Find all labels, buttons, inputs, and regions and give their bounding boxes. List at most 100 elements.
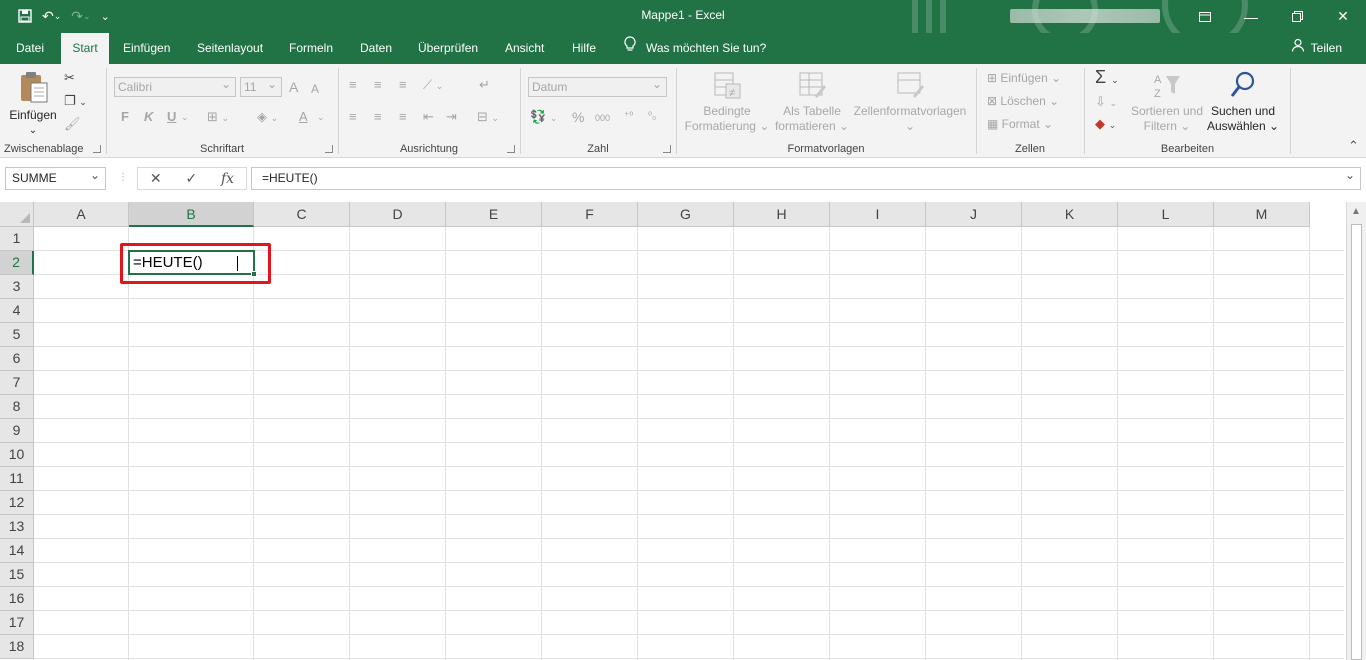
align-top-icon: ≡ — [349, 77, 357, 92]
gridline-vertical — [1021, 227, 1022, 660]
tab-ueberpruefen[interactable]: Überprüfen — [412, 33, 484, 64]
conditional-formatting-label: Bedingte — [703, 104, 751, 118]
copy-icon[interactable]: ❐ ⌄ — [64, 93, 87, 110]
row-header-9[interactable]: 9 — [0, 419, 34, 443]
align-center-icon: ≡ — [374, 109, 382, 124]
group-font: Calibri 11 A A F K U ⌄ ⊞ ⌄ ◈ ⌄ A ⌄ Schri… — [107, 64, 337, 158]
column-header-k[interactable]: K — [1022, 202, 1118, 227]
number-launcher-icon — [663, 145, 671, 153]
row-header-18[interactable]: 18 — [0, 635, 34, 659]
group-label-cells: Zellen — [1015, 143, 1045, 155]
row-header-16[interactable]: 16 — [0, 587, 34, 611]
tell-me-search[interactable]: Was möchten Sie tun? — [624, 33, 766, 64]
sort-filter-label: Sortieren und — [1130, 104, 1204, 118]
paste-button[interactable]: Einfügen ⌄ — [6, 70, 60, 138]
formula-input[interactable]: =HEUTE() — [251, 165, 1361, 190]
tab-start[interactable]: Start — [61, 33, 109, 64]
clear-icon[interactable]: ◆ ⌄ — [1095, 116, 1116, 133]
underline-button: U — [167, 109, 177, 124]
column-header-j[interactable]: J — [926, 202, 1022, 227]
find-select-button[interactable]: Suchen und Auswählen ⌄ — [1205, 70, 1281, 134]
format-as-table-label: Als Tabelle — [783, 104, 841, 118]
row-header-1[interactable]: 1 — [0, 227, 34, 251]
minimize-icon[interactable]: — — [1228, 0, 1274, 33]
column-header-l[interactable]: L — [1118, 202, 1214, 227]
row-header-3[interactable]: 3 — [0, 275, 34, 299]
column-header-c[interactable]: C — [254, 202, 350, 227]
tab-ansicht[interactable]: Ansicht — [499, 33, 550, 64]
tab-hilfe[interactable]: Hilfe — [566, 33, 602, 64]
font-name-combo: Calibri — [114, 75, 236, 97]
row-header-8[interactable]: 8 — [0, 395, 34, 419]
row-header-12[interactable]: 12 — [0, 491, 34, 515]
orientation-icon: ⟋ ⌄ — [423, 77, 444, 92]
shrink-font-icon: A — [311, 82, 320, 96]
gridline-horizontal — [34, 394, 1344, 395]
column-header-h[interactable]: H — [734, 202, 830, 227]
font-size-combo: 11 — [240, 75, 282, 97]
group-cells: ⊞ Einfügen ⌄ ⊠ Löschen ⌄ ▦ Format ⌄ Zell… — [977, 64, 1083, 158]
tab-daten[interactable]: Daten — [354, 33, 398, 64]
row-header-15[interactable]: 15 — [0, 563, 34, 587]
row-header-14[interactable]: 14 — [0, 539, 34, 563]
scrollbar-thumb[interactable] — [1351, 224, 1362, 660]
column-header-i[interactable]: I — [830, 202, 926, 227]
ribbon-display-options-icon[interactable] — [1182, 0, 1228, 33]
gridline-vertical — [541, 227, 542, 660]
column-header-m[interactable]: M — [1214, 202, 1310, 227]
clipboard-launcher-icon[interactable] — [93, 145, 101, 153]
tab-einfuegen[interactable]: Einfügen — [117, 33, 176, 64]
column-header-e[interactable]: E — [446, 202, 542, 227]
column-header-g[interactable]: G — [638, 202, 734, 227]
column-header-f[interactable]: F — [542, 202, 638, 227]
row-header-4[interactable]: 4 — [0, 299, 34, 323]
scroll-up-icon[interactable]: ▲ — [1351, 206, 1361, 217]
column-header-d[interactable]: D — [350, 202, 446, 227]
format-as-table-button: Als Tabelle formatieren ⌄ — [771, 70, 853, 134]
group-number: Datum 💱 ⌄ % 000 ⁺⁰ ⁰₀ Zahl — [521, 64, 675, 158]
row-header-11[interactable]: 11 — [0, 467, 34, 491]
underline-dropdown-icon: ⌄ — [181, 112, 189, 122]
close-icon[interactable]: ✕ — [1320, 0, 1366, 33]
increase-indent-icon: ⇥ — [446, 109, 457, 124]
tab-datei[interactable]: Datei — [10, 33, 50, 64]
sort-filter-label-2: Filtern — [1143, 119, 1177, 133]
cell-styles-icon — [897, 72, 924, 98]
gridline-vertical — [829, 227, 830, 660]
insert-function-icon[interactable]: fx — [221, 171, 234, 187]
font-launcher-icon — [325, 145, 333, 153]
tab-seitenlayout[interactable]: Seitenlayout — [191, 33, 269, 64]
cut-icon[interactable]: ✂ — [64, 70, 75, 86]
name-box[interactable]: SUMME — [5, 165, 106, 190]
row-header-6[interactable]: 6 — [0, 347, 34, 371]
cancel-icon[interactable]: ✕ — [150, 170, 162, 187]
gridline-horizontal — [34, 442, 1344, 443]
row-header-10[interactable]: 10 — [0, 443, 34, 467]
format-cells-button: ▦ Format ⌄ — [987, 117, 1054, 131]
vertical-scrollbar[interactable]: ▲ — [1346, 202, 1366, 660]
tab-formeln[interactable]: Formeln — [283, 33, 339, 64]
column-header-b[interactable]: B — [129, 202, 254, 227]
svg-text:A: A — [1154, 74, 1162, 86]
borders-icon: ⊞ ⌄ — [207, 109, 230, 124]
row-header-7[interactable]: 7 — [0, 371, 34, 395]
row-header-17[interactable]: 17 — [0, 611, 34, 635]
row-header-5[interactable]: 5 — [0, 323, 34, 347]
restore-icon[interactable] — [1274, 0, 1320, 33]
cell-styles-label: Zellenformatvorlagen — [853, 104, 967, 118]
autosum-icon[interactable]: Σ ⌄ — [1095, 68, 1119, 88]
ribbon-separator — [1290, 68, 1291, 154]
collapse-ribbon-icon[interactable]: ⌃ — [1348, 138, 1359, 154]
delete-cells-button: ⊠ Löschen ⌄ — [987, 94, 1060, 108]
row-header-2[interactable]: 2 — [0, 251, 34, 275]
enter-icon[interactable]: ✓ — [185, 170, 197, 187]
font-color-button: A — [299, 109, 308, 124]
gridline-vertical — [925, 227, 926, 660]
percent-button: % — [572, 109, 585, 125]
select-all-corner[interactable] — [0, 202, 34, 227]
gridline-vertical — [128, 227, 129, 660]
column-header-a[interactable]: A — [34, 202, 129, 227]
share-label: Teilen — [1310, 41, 1342, 55]
row-header-13[interactable]: 13 — [0, 515, 34, 539]
share-button[interactable]: Teilen — [1291, 33, 1342, 64]
